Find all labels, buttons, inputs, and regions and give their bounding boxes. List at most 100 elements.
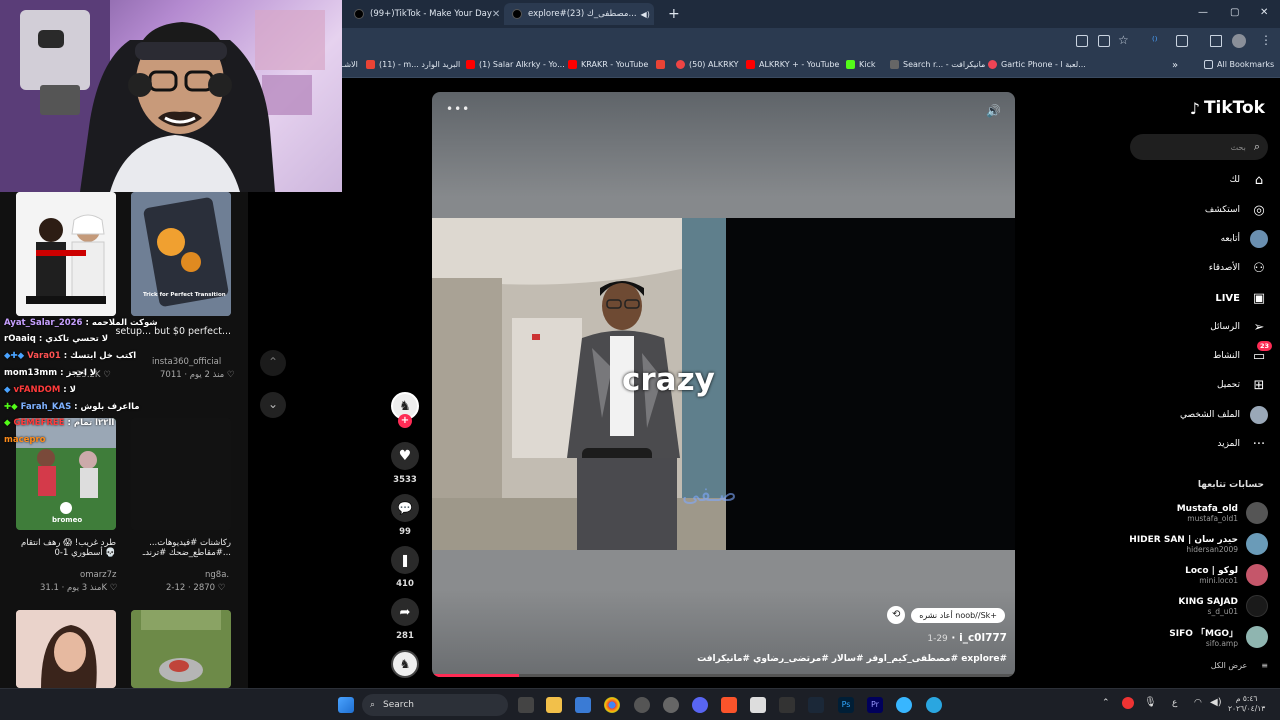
bookmark-item[interactable]: الاشـ — [342, 60, 358, 69]
steam-icon[interactable] — [808, 697, 824, 713]
video-thumbnail[interactable] — [16, 610, 116, 688]
tiktok-logo[interactable]: ♪ TikTok — [1190, 98, 1265, 118]
more-options-icon[interactable]: ••• — [446, 102, 470, 116]
video-thumbnail[interactable]: Trick for Perfect Transition — [131, 192, 231, 316]
nav-for-you[interactable]: لك ⌂ — [1230, 171, 1268, 189]
repost-icon[interactable]: ⟲ — [887, 606, 906, 624]
task-view-icon[interactable] — [518, 697, 534, 713]
bookmark-item[interactable] — [656, 60, 669, 69]
extension-active-icon[interactable]: ⁽⁾ — [1152, 34, 1157, 47]
nav-friends[interactable]: الأصدقاء ⚇ — [1209, 259, 1268, 277]
nav-profile[interactable]: الملف الشخصي — [1180, 406, 1268, 424]
bookmark-star-icon[interactable]: ☆ — [1118, 33, 1129, 47]
author-name[interactable]: ng8a. — [205, 570, 229, 580]
music-disc-icon[interactable]: ♞ — [391, 650, 419, 678]
nav-upload[interactable]: تحميل ⊞ — [1217, 376, 1268, 394]
speaker-icon[interactable]: ◀) — [641, 10, 650, 19]
nav-explore[interactable]: استكشف ◎ — [1205, 201, 1268, 219]
bookmark-item[interactable]: ALKRKY + - YouTube — [746, 60, 839, 69]
app-icon[interactable] — [896, 697, 912, 713]
brave-icon[interactable] — [721, 697, 737, 713]
comment-icon[interactable]: 💬 — [391, 494, 419, 522]
followed-account[interactable]: KING SAJAD s_d_u01 — [1178, 595, 1268, 617]
video-hashtags[interactable]: #explore #مصطفى_كيم_اوفر #سالار #مرتضى_ر… — [697, 654, 1007, 664]
photoshop-icon[interactable]: Ps — [838, 697, 854, 713]
tab-tiktok-home[interactable]: (99+)TikTok - Make Your Day ✕ — [346, 3, 504, 25]
share-icon[interactable]: ➦ — [391, 598, 419, 626]
creator-avatar-button[interactable]: ♞ + — [390, 392, 420, 428]
new-tab-button[interactable]: + — [660, 3, 684, 25]
author-handle[interactable]: i_c0l777 — [959, 632, 1007, 644]
search-icon[interactable]: ⌕ — [1254, 140, 1260, 154]
all-bookmarks-button[interactable]: All Bookmarks — [1204, 60, 1274, 69]
install-app-icon[interactable] — [1098, 35, 1110, 47]
profile-avatar[interactable] — [1232, 34, 1246, 48]
volume-icon[interactable]: 🔊 — [986, 104, 1001, 118]
reposted-by-label[interactable]: أعاد نشره noob//Sk+ — [911, 607, 1005, 623]
bookmark-item[interactable]: Kick — [846, 60, 876, 69]
windows-start-icon[interactable] — [338, 697, 354, 713]
app-icon[interactable] — [750, 697, 766, 713]
share-action[interactable]: ➦ 281 — [390, 598, 420, 641]
minimize-button[interactable]: — — [1198, 7, 1208, 18]
language-indicator[interactable]: ع — [1172, 698, 1177, 708]
followed-account[interactable]: Loco | لوكو mini.loco1 — [1185, 564, 1268, 586]
like-action[interactable]: ♥ 3533 — [390, 442, 420, 485]
file-explorer-icon[interactable] — [546, 697, 562, 713]
nav-activity[interactable]: النشاط ▭ 23 — [1213, 341, 1272, 365]
media-controls-icon[interactable] — [1210, 35, 1222, 47]
app-icon[interactable] — [634, 697, 650, 713]
store-icon[interactable] — [575, 697, 591, 713]
bookmark-item[interactable]: (11) - m... البريد الوارد — [366, 60, 460, 69]
bookmark-item[interactable]: Search r... - مانيكرافت — [890, 60, 985, 69]
author-name[interactable]: insta360_official — [152, 357, 221, 367]
capcut-icon[interactable] — [779, 697, 795, 713]
clock[interactable]: ٥:٤٦ م ٢٠٢٦/٠٤/١٣ — [1228, 694, 1265, 714]
progress-track[interactable] — [432, 674, 1015, 677]
discord-icon[interactable] — [692, 697, 708, 713]
comment-action[interactable]: 💬 99 — [390, 494, 420, 537]
video-thumbnail[interactable] — [131, 610, 231, 688]
nav-live[interactable]: LIVE ▣ — [1215, 289, 1268, 307]
next-video-button[interactable]: ⌄ — [260, 392, 286, 418]
see-all-button[interactable]: عرض الكل ≡ — [1211, 661, 1268, 670]
video-thumbnail[interactable] — [16, 192, 116, 316]
app-icon[interactable] — [926, 697, 942, 713]
more-bookmarks-button[interactable]: » — [1172, 60, 1178, 71]
taskbar-search[interactable]: ⌕ Search — [362, 694, 508, 716]
follow-button[interactable]: + — [398, 414, 412, 428]
tray-app-icon[interactable] — [1122, 697, 1134, 709]
tab-tiktok-explore[interactable]: explore#(23) مصطفى_ك... ◀) ✕ — [504, 3, 654, 25]
save-action[interactable]: ❚ 410 — [390, 546, 420, 589]
nav-messages[interactable]: الرسائل ➢ — [1210, 318, 1268, 336]
nav-more[interactable]: المزيد ··· — [1217, 435, 1268, 453]
followed-account[interactable]: Mustafa_old mustafa_old1 — [1177, 502, 1268, 524]
tray-chevron-icon[interactable]: ⌃ — [1102, 698, 1110, 708]
video-player[interactable]: ••• 🔊 crazy صـفى ⟲ أعاد نشره noob//Sk+ 1… — [432, 92, 1015, 677]
volume-icon[interactable]: ◀) — [1210, 697, 1222, 708]
bookmark-item[interactable]: KRAKR - YouTube — [568, 60, 648, 69]
bookmark-item[interactable]: (50) ALKRKY — [676, 60, 739, 69]
maximize-button[interactable]: ▢ — [1230, 7, 1239, 18]
followed-account[interactable]: HIDER SAN | حيدر سان hidersan2009 — [1129, 533, 1268, 555]
search-box[interactable]: بحث ⌕ — [1130, 134, 1268, 160]
premiere-icon[interactable]: Pr — [867, 697, 883, 713]
close-tab-icon[interactable]: ✕ — [492, 9, 500, 20]
microphone-icon[interactable]: 🎙 — [1144, 697, 1157, 708]
nav-following[interactable]: أتابعه — [1221, 230, 1268, 248]
bookmark-item[interactable]: (1) Salar Alkrky - Yo... — [466, 60, 565, 69]
author-name[interactable]: omarz7z — [80, 570, 117, 580]
close-window-button[interactable]: ✕ — [1260, 7, 1268, 18]
settings-icon[interactable] — [663, 697, 679, 713]
music-disc-button[interactable]: ♞ — [390, 650, 420, 678]
chrome-menu-icon[interactable]: ⋮ — [1260, 33, 1272, 47]
wifi-icon[interactable]: ◠ — [1194, 698, 1202, 708]
bookmark-item[interactable]: Gartic Phone - لعبة ا... — [988, 60, 1086, 69]
bookmark-icon[interactable]: ❚ — [391, 546, 419, 574]
followed-account[interactable]: SIFO 「MGO」 sifo.amp — [1169, 626, 1268, 648]
translate-icon[interactable] — [1076, 35, 1088, 47]
previous-video-button[interactable]: ⌃ — [260, 350, 286, 376]
video-thumbnail[interactable] — [131, 418, 231, 530]
heart-icon[interactable]: ♥ — [391, 442, 419, 470]
extensions-icon[interactable] — [1176, 35, 1188, 47]
